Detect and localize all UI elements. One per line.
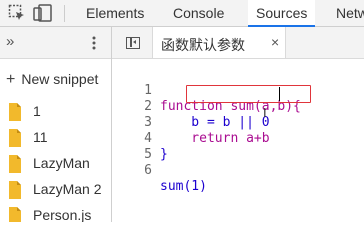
new-snippet-button[interactable]: + New snippet bbox=[6, 71, 98, 89]
snippet-file-icon bbox=[9, 181, 21, 199]
snippet-label: LazyMan 2 bbox=[33, 181, 102, 197]
editor-area: 函数默认参数 × 1 function sum(a,b){ 2 b = b ||… bbox=[112, 27, 364, 222]
line-text: b = b || 0 bbox=[160, 115, 270, 130]
code-line: 1 function sum(a,b){ bbox=[112, 67, 301, 114]
snippet-label: 1 bbox=[33, 103, 41, 119]
line-number: 6 bbox=[144, 163, 152, 178]
navigator-header: » bbox=[0, 27, 111, 59]
snippet-file-icon bbox=[9, 103, 21, 121]
snippet-item[interactable]: LazyMan 2 bbox=[0, 179, 111, 205]
snippet-item[interactable]: Person.js bbox=[0, 205, 111, 222]
new-snippet-label: New snippet bbox=[21, 71, 99, 87]
inspect-element-icon[interactable] bbox=[8, 4, 26, 27]
tab-console[interactable]: Console bbox=[165, 0, 232, 27]
snippet-file-icon bbox=[9, 129, 21, 147]
editor-file-tab[interactable]: 函数默认参数 × bbox=[152, 27, 286, 58]
code-line: 2 b = b || 0 bbox=[112, 83, 269, 130]
devtools-toolbar: Elements Console Sources Netw bbox=[0, 0, 364, 27]
tab-network[interactable]: Netw bbox=[328, 0, 364, 27]
close-icon[interactable]: × bbox=[271, 34, 279, 50]
code-line: 3 return a+b bbox=[112, 99, 269, 146]
snippet-item[interactable]: 11 bbox=[0, 127, 111, 153]
editor-tab-bar: 函数默认参数 × bbox=[112, 27, 364, 59]
text-cursor bbox=[279, 87, 280, 101]
snippet-label: Person.js bbox=[33, 207, 92, 222]
kebab-menu-icon[interactable] bbox=[92, 36, 96, 50]
line-text: sum(1) bbox=[160, 179, 207, 194]
device-toolbar-icon[interactable] bbox=[33, 4, 53, 27]
tab-sources[interactable]: Sources bbox=[248, 0, 316, 27]
snippet-label: LazyMan bbox=[33, 155, 90, 171]
toggle-navigator-icon[interactable] bbox=[126, 37, 140, 49]
highlight-annotation bbox=[186, 85, 311, 103]
code-line: 6 sum(1) bbox=[112, 147, 207, 194]
more-tabs-icon[interactable]: » bbox=[6, 33, 14, 50]
snippet-item[interactable]: LazyMan bbox=[0, 153, 111, 179]
code-line: 5 bbox=[112, 131, 159, 162]
plus-icon: + bbox=[6, 71, 16, 88]
snippet-item[interactable]: 1 bbox=[0, 101, 111, 127]
ibeam-cursor-icon: I bbox=[263, 105, 267, 120]
file-tab-name: 函数默认参数 bbox=[161, 38, 245, 54]
sources-navigator: » + New snippet 1 11 LazyMan LazyMan 2 Pe… bbox=[0, 27, 112, 222]
tab-elements[interactable]: Elements bbox=[78, 0, 152, 27]
snippet-file-icon bbox=[9, 155, 21, 173]
toolbar-divider bbox=[64, 5, 65, 22]
code-line: 4 } bbox=[112, 115, 168, 162]
line-text: } bbox=[160, 147, 168, 162]
snippet-label: 11 bbox=[33, 129, 48, 145]
line-text: return a+b bbox=[160, 131, 270, 146]
snippet-file-icon bbox=[9, 207, 21, 222]
